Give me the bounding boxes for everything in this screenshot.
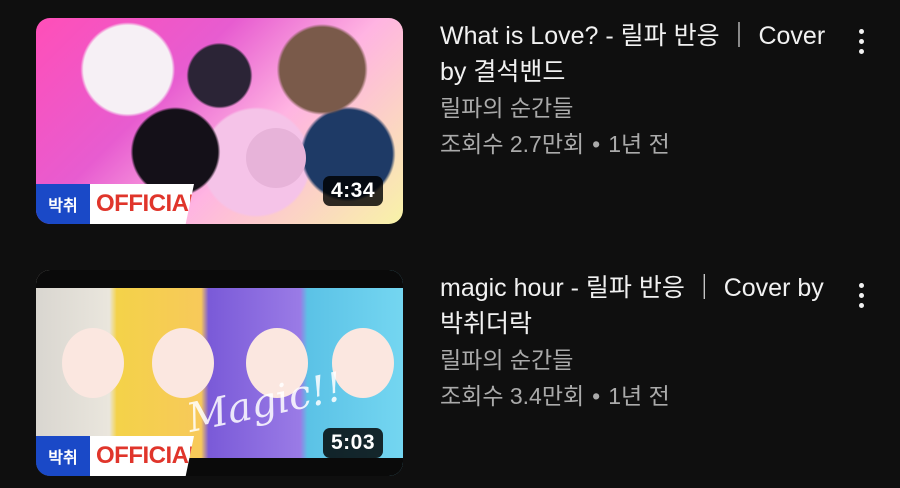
duration-badge: 5:03 <box>322 428 383 458</box>
channel-name[interactable]: 릴파의 순간들 <box>440 342 840 378</box>
dot-separator: • <box>592 383 601 409</box>
video-results-list: 박취 OFFICIAL 4:34 What is Love? - 릴파 반응 ｜… <box>0 0 900 488</box>
video-list-item[interactable]: 박취 OFFICIAL 4:34 What is Love? - 릴파 반응 ｜… <box>0 13 900 228</box>
video-thumbnail[interactable]: Magic!! 박취 OFFICIAL 5:03 <box>36 270 403 476</box>
video-title[interactable]: What is Love? - 릴파 반응 ｜ Cover by 결석밴드 <box>440 18 840 90</box>
video-meta: What is Love? - 릴파 반응 ｜ Cover by 결석밴드 릴파… <box>440 18 840 162</box>
letterbox-bar <box>36 270 403 288</box>
video-title[interactable]: magic hour - 릴파 반응 ｜ Cover by 박취더락 <box>440 270 840 342</box>
more-actions-button[interactable] <box>848 23 874 59</box>
thumbnail-art <box>246 128 306 188</box>
upload-age: 1년 전 <box>608 131 670 157</box>
thumbnail-art <box>152 328 214 398</box>
view-count: 조회수 2.7만회 <box>440 131 585 157</box>
watermark-brand: 박취 <box>36 184 90 224</box>
video-thumbnail[interactable]: 박취 OFFICIAL 4:34 <box>36 18 403 224</box>
dot-separator: • <box>592 131 601 157</box>
video-stats: 조회수 3.4만회 • 1년 전 <box>440 378 840 414</box>
watermark-official: OFFICIAL <box>90 436 194 476</box>
upload-age: 1년 전 <box>608 383 670 409</box>
watermark-official: OFFICIAL <box>90 184 194 224</box>
channel-watermark: 박취 OFFICIAL <box>36 184 194 224</box>
more-vert-icon <box>858 282 864 308</box>
watermark-brand: 박취 <box>36 436 90 476</box>
thumbnail-art <box>62 328 124 398</box>
more-actions-button[interactable] <box>848 277 874 313</box>
video-meta: magic hour - 릴파 반응 ｜ Cover by 박취더락 릴파의 순… <box>440 270 840 414</box>
video-stats: 조회수 2.7만회 • 1년 전 <box>440 126 840 162</box>
video-list-item[interactable]: Magic!! 박취 OFFICIAL 5:03 magic hour - 릴파… <box>0 265 900 480</box>
more-vert-icon <box>858 28 864 54</box>
duration-badge: 4:34 <box>322 176 383 206</box>
channel-name[interactable]: 릴파의 순간들 <box>440 90 840 126</box>
view-count: 조회수 3.4만회 <box>440 383 585 409</box>
channel-watermark: 박취 OFFICIAL <box>36 436 194 476</box>
